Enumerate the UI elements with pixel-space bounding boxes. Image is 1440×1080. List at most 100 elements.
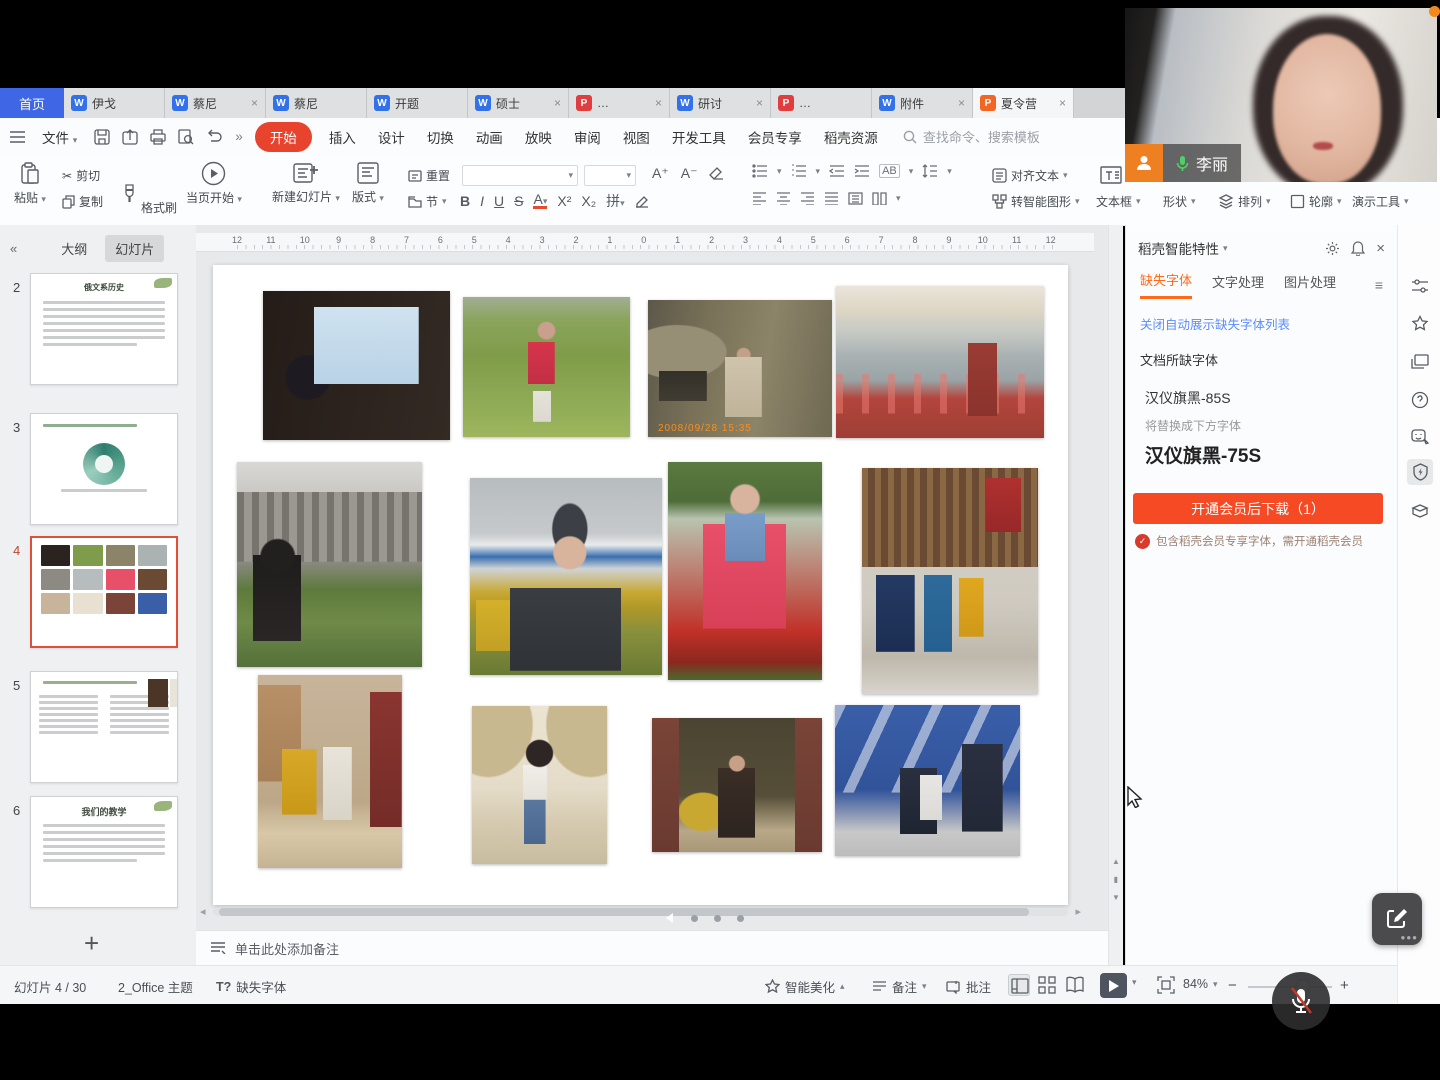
notes-bar[interactable]: 单击此处添加备注 <box>196 930 1108 965</box>
convert-smartart-button[interactable]: 转智能图形 ▾ <box>992 193 1080 210</box>
comments-button[interactable]: 批注 <box>946 977 991 996</box>
doc-tab[interactable]: W蔡尼× <box>165 88 266 118</box>
italic-button[interactable]: I <box>480 193 484 209</box>
zoom-out-button[interactable]: − <box>1228 977 1237 994</box>
horizontal-scrollbar[interactable]: ◂ ▸ <box>213 908 1068 916</box>
distribute-button[interactable] <box>848 192 863 205</box>
doc-tab[interactable]: P…× <box>569 88 670 118</box>
vertical-scrollbar[interactable]: ▲ ▮ ▼ <box>1108 225 1123 965</box>
zoom-in-button[interactable]: + <box>1340 977 1349 994</box>
slide-thumbnail-6[interactable]: 我们的教学 <box>30 796 178 908</box>
more-quick-commands-icon[interactable]: » <box>235 129 243 144</box>
phonetic-guide-button[interactable]: 拼▾ <box>606 191 625 211</box>
print-icon[interactable] <box>150 129 166 145</box>
doc-tab[interactable]: W附件× <box>872 88 973 118</box>
properties-sliders-icon[interactable] <box>1407 273 1433 299</box>
menu-tab-insert[interactable]: 插入 <box>318 122 367 152</box>
help-icon[interactable] <box>1407 387 1433 413</box>
slide-thumbnail-5[interactable] <box>30 671 178 783</box>
shapes-button[interactable]: 形状 ▾ <box>1163 193 1196 210</box>
smart-beautify-button[interactable]: 智能美化▴ <box>765 977 845 996</box>
scroll-thumb-v[interactable]: ▮ <box>1110 873 1122 887</box>
home-tab[interactable]: 首页 <box>0 88 64 118</box>
play-options-caret[interactable]: ▾ <box>1132 977 1137 988</box>
horizontal-scroll-thumb[interactable] <box>219 908 1029 916</box>
superscript-button[interactable]: X² <box>557 193 571 209</box>
slide-4-editing-surface[interactable]: 2008/09/28 15:35 <box>213 265 1068 905</box>
pager-dot[interactable] <box>737 915 744 922</box>
photo-library-group[interactable] <box>862 468 1038 694</box>
add-slide-button[interactable]: + <box>84 930 99 956</box>
reset-button[interactable]: 重置 <box>408 167 450 184</box>
paste-button[interactable]: 粘贴 ▾ <box>14 162 46 206</box>
close-tab-icon[interactable]: × <box>756 96 763 110</box>
outline-button[interactable]: 轮廓 ▾ <box>1290 193 1342 210</box>
panel-more-tabs-icon[interactable]: ≡ <box>1375 277 1383 293</box>
photo-grassland-red-shirt[interactable] <box>463 297 630 437</box>
section-button[interactable]: 节 ▾ <box>408 193 447 210</box>
gear-icon[interactable] <box>1325 241 1340 256</box>
smart-features-lightning-icon[interactable] <box>1407 459 1433 485</box>
photo-cap-selfie[interactable] <box>470 478 662 675</box>
menu-tab-view[interactable]: 视图 <box>612 122 661 152</box>
copy-button[interactable]: 复制 <box>62 193 103 210</box>
photo-brick-gate[interactable] <box>652 718 822 852</box>
photo-pink-coat-tulips[interactable] <box>668 462 822 680</box>
close-tab-icon[interactable]: × <box>554 96 561 110</box>
clear-format-button[interactable] <box>709 167 724 181</box>
decrease-indent-button[interactable] <box>829 164 845 178</box>
slideshow-play-button[interactable] <box>1100 973 1127 998</box>
file-menu[interactable]: 文件 ▾ <box>31 122 88 152</box>
scroll-right-arrow[interactable]: ▸ <box>1075 905 1081 918</box>
underline-button[interactable]: U <box>494 193 504 209</box>
photo-interview[interactable] <box>835 705 1020 856</box>
text-direction-button[interactable]: AB <box>879 164 900 178</box>
resource-box-icon[interactable] <box>1407 497 1433 523</box>
fit-slide-button[interactable] <box>1155 974 1177 996</box>
presentation-tools-button[interactable]: 演示工具 ▾ <box>1352 193 1409 210</box>
slide-sorter-view-button[interactable] <box>1036 974 1058 996</box>
photo-stone-monument[interactable]: 2008/09/28 15:35 <box>648 300 832 437</box>
justify-button[interactable] <box>824 192 839 205</box>
doc-tab-active[interactable]: P夏令营× <box>973 88 1074 118</box>
doc-tab[interactable]: W硕士× <box>468 88 569 118</box>
normal-view-button[interactable] <box>1008 974 1030 996</box>
menu-tab-member[interactable]: 会员专享 <box>737 122 813 152</box>
bell-icon[interactable] <box>1351 241 1365 256</box>
align-text-button[interactable]: 对齐文本 ▾ <box>992 167 1068 184</box>
collapse-sidebar-button[interactable]: « <box>10 241 17 256</box>
slides-tab[interactable]: 幻灯片 <box>105 235 164 262</box>
columns-button[interactable] <box>872 192 887 205</box>
align-right-button[interactable] <box>800 192 815 205</box>
beautify-face-icon[interactable] <box>1407 423 1433 449</box>
hamburger-icon[interactable] <box>10 131 25 143</box>
bullet-list-button[interactable] <box>752 164 768 178</box>
save-icon[interactable] <box>94 129 110 145</box>
effects-star-icon[interactable] <box>1407 311 1433 337</box>
font-size-select[interactable]: ▾ <box>584 165 636 186</box>
menu-tab-transition[interactable]: 切换 <box>416 122 465 152</box>
doc-tab[interactable]: P… <box>771 88 872 118</box>
panel-tab-image-processing[interactable]: 图片处理 <box>1284 272 1336 298</box>
slide-layout-button[interactable]: 版式 ▾ <box>352 161 384 205</box>
slide-thumbnail-3[interactable] <box>30 413 178 525</box>
pager-dot[interactable] <box>714 915 721 922</box>
increase-indent-button[interactable] <box>854 164 870 178</box>
font-color-button[interactable]: A▾ <box>533 193 547 209</box>
menu-tab-animation[interactable]: 动画 <box>465 122 514 152</box>
pager-dot[interactable] <box>691 915 698 922</box>
close-tab-icon[interactable]: × <box>958 96 965 110</box>
menu-tab-devtools[interactable]: 开发工具 <box>661 122 737 152</box>
highlight-button[interactable] <box>635 194 649 208</box>
annotation-tool-button[interactable]: ●●● <box>1372 893 1422 945</box>
close-panel-icon[interactable]: × <box>1376 240 1385 257</box>
text-box-button[interactable]: 文本框 ▾ <box>1096 193 1141 210</box>
play-from-current-button[interactable]: 当页开始 ▾ <box>186 161 242 206</box>
align-center-button[interactable] <box>776 192 791 205</box>
increase-font-button[interactable]: A⁺ <box>652 165 669 182</box>
photo-lecture-2014-conference[interactable] <box>263 291 450 440</box>
format-painter-button[interactable]: 格式刷 <box>122 193 177 217</box>
cut-button[interactable]: ✂剪切 <box>62 167 100 184</box>
microphone-muted-button[interactable] <box>1272 972 1330 1030</box>
menu-tab-start[interactable]: 开始 <box>255 122 312 152</box>
